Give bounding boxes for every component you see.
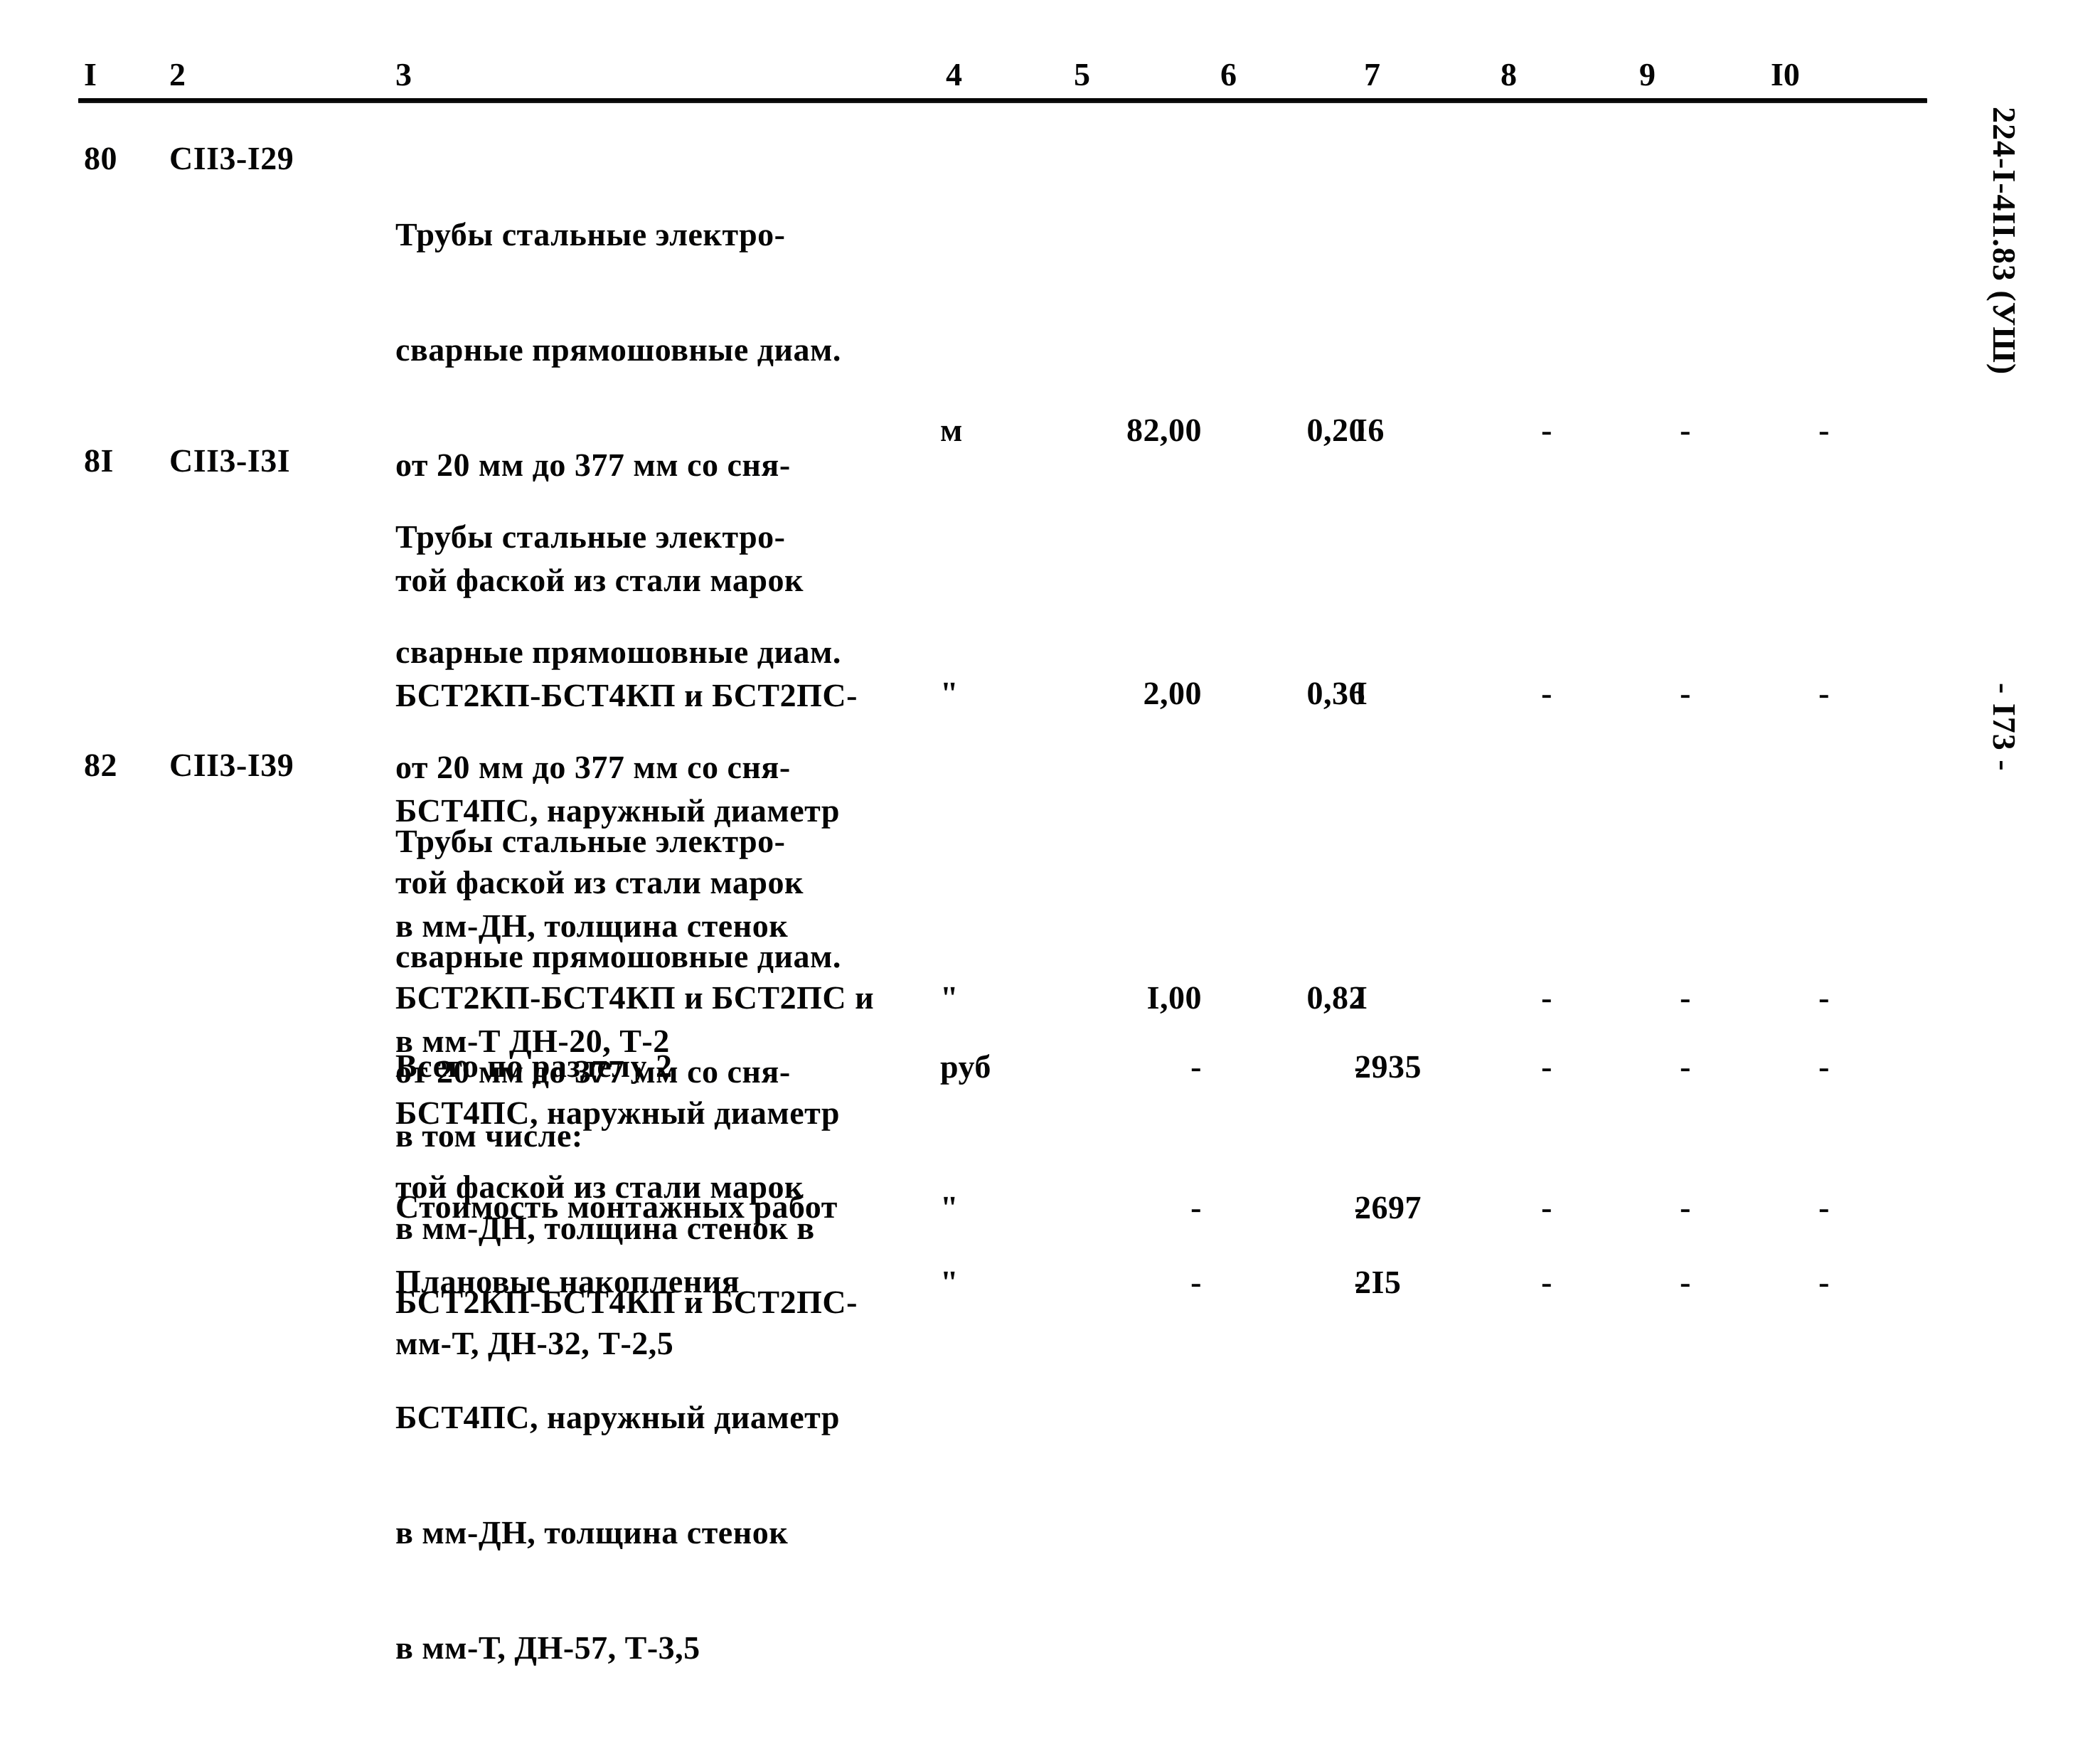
row-col-8: - [1541,675,1552,711]
row-unit: " [940,979,959,1016]
summary-col-7: 2I5 [1355,1264,1402,1300]
summary-unit: " [940,1264,959,1300]
summary-col-6: - [1354,1264,1365,1300]
desc-line: Трубы стальные электро- [395,519,786,555]
row-code: СII3-I29 [169,140,294,176]
row-col-7: I [1355,675,1368,711]
margin-page-number: - I73 - [1986,683,2022,772]
summary-col-6: - [1354,1048,1365,1085]
summary-col-10: - [1818,1189,1830,1225]
summary-col-10: - [1818,1264,1830,1300]
column-header-8: 8 [1501,56,1517,92]
row-col-7: I [1355,979,1368,1016]
row-col-9: - [1680,675,1691,711]
column-header-1: I [84,56,97,92]
summary-col-9: - [1680,1264,1691,1300]
desc-line: БСТ4ПС, наружный диаметр [395,1399,840,1435]
row-number: 82 [84,747,117,783]
row-col-5: I,00 [1146,979,1202,1016]
summary-col-7: 2935 [1355,1048,1422,1085]
row-unit: м [940,412,963,448]
row-col-8: - [1541,412,1552,448]
row-col-6: 0,36 [1306,675,1365,711]
column-header-4: 4 [946,56,962,92]
row-col-8: - [1541,979,1552,1016]
summary-col-6: - [1354,1189,1365,1225]
summary-col-8: - [1541,1189,1552,1225]
row-col-10: - [1818,675,1830,711]
summary-col-8: - [1541,1048,1552,1085]
desc-line: сварные прямошовные диам. [395,634,841,670]
summary-label: в том числе: [395,1117,583,1154]
row-col-6: 0,20 [1306,412,1365,448]
column-header-7: 7 [1364,56,1380,92]
row-col-10: - [1818,412,1830,448]
row-number: 8I [84,442,114,479]
summary-col-9: - [1680,1048,1691,1085]
summary-col-5: - [1190,1264,1202,1300]
row-col-9: - [1680,979,1691,1016]
summary-col-7: 2697 [1355,1189,1422,1225]
header-divider-rule [78,98,1927,103]
document-page: I 2 3 4 5 6 7 8 9 I0 80 СII3-I29 Трубы с… [0,0,2100,1666]
column-header-2: 2 [169,56,186,92]
row-col-5: 82,00 [1126,412,1202,448]
row-unit: " [940,675,959,711]
row-col-7: I6 [1355,412,1385,448]
summary-col-9: - [1680,1189,1691,1225]
summary-unit: " [940,1189,959,1225]
desc-line: сварные прямошовные диам. [395,331,841,368]
summary-col-10: - [1818,1048,1830,1085]
summary-col-5: - [1190,1189,1202,1225]
row-description: Трубы стальные электро- сварные прямошов… [395,745,922,1744]
desc-line: Трубы стальные электро- [395,823,786,859]
summary-col-5: - [1190,1048,1202,1085]
margin-document-code: 224-I-4II.83 (УШ) [1986,107,2022,376]
desc-line: Трубы стальные электро- [395,216,786,252]
summary-label: Плановые накопления [395,1263,740,1299]
row-number: 80 [84,140,117,176]
desc-line: сварные прямошовные диам. [395,938,841,974]
desc-line: в мм-Т, ДН-57, Т-3,5 [395,1629,700,1666]
summary-label: Стоимость монтажных работ [395,1189,838,1225]
column-header-10: I0 [1771,56,1800,92]
summary-col-8: - [1541,1264,1552,1300]
column-header-5: 5 [1074,56,1090,92]
summary-unit: руб [940,1048,991,1085]
row-code: СII3-I3I [169,442,291,479]
row-col-6: 0,82 [1306,979,1365,1016]
summary-label: Всего по разделу 2 [395,1048,673,1084]
row-code: СII3-I39 [169,747,294,783]
column-header-9: 9 [1639,56,1656,92]
row-col-9: - [1680,412,1691,448]
row-col-5: 2,00 [1143,675,1202,711]
row-col-10: - [1818,979,1830,1016]
column-header-3: 3 [395,56,412,92]
desc-line: в мм-ДН, толщина стенок [395,1514,789,1551]
column-header-6: 6 [1220,56,1237,92]
